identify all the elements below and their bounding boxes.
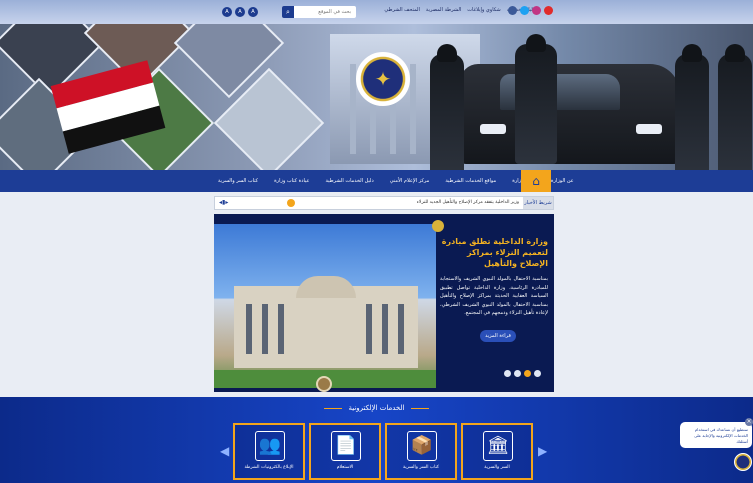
nav-item[interactable]: عن الوزارة (551, 178, 574, 184)
slider-dot[interactable] (524, 370, 531, 377)
chat-bubble[interactable]: ستطيع أن نساعدك في استخدام الخدمات الإلك… (680, 422, 752, 448)
service-card[interactable]: 👥 الإبلاغ بالكترونيات الشرطة (233, 423, 305, 480)
nav-item[interactable]: دليل الخدمات الشرطية (325, 178, 373, 184)
font-size-button[interactable]: A (222, 7, 232, 17)
accessibility-controls: A A A (222, 7, 258, 17)
slide-seal-icon (316, 376, 332, 392)
officer-figure (515, 34, 557, 164)
youtube-icon[interactable] (544, 6, 553, 15)
slide-image[interactable] (214, 224, 436, 388)
eagle-emblem-icon: ✦ (374, 67, 392, 91)
nav-item[interactable]: عيادة كتاب وزارة (274, 178, 309, 184)
service-card[interactable]: 📄 الاستعلام (309, 423, 381, 480)
people-icon: 👥 (255, 431, 285, 461)
twitter-icon[interactable] (520, 6, 529, 15)
slider-dots (504, 370, 541, 377)
slider-dot[interactable] (534, 370, 541, 377)
service-card[interactable]: 🏛 السر والسرية (461, 423, 533, 480)
ticker-text[interactable]: وزير الداخلية يتفقد مركز الإصلاح والتأهي… (417, 200, 519, 205)
police-vehicle-image (460, 64, 680, 164)
top-link[interactable]: الشرطة المصرية (426, 7, 461, 13)
e-services-heading: الخدمات الإلكترونية (0, 404, 753, 412)
e-services-title: الخدمات الإلكترونية (348, 404, 405, 412)
hero-banner: ✦ (0, 24, 753, 170)
service-label: الاستعلام (336, 465, 354, 470)
close-icon[interactable]: × (745, 418, 753, 426)
top-utility-bar: A A A ⌕ دليل الخدمات شكاوي وإبلاغات الشر… (0, 0, 753, 24)
social-links (508, 6, 553, 15)
slide-badge-icon (432, 220, 444, 232)
facebook-icon[interactable] (508, 6, 517, 15)
service-label: السر والسرية (484, 465, 510, 470)
officer-figure (675, 44, 709, 170)
read-more-button[interactable]: قراءة المزيد (480, 330, 516, 342)
news-ticker: ◂▮▸ وزير الداخلية يتفقد مركز الإصلاح وال… (214, 196, 554, 210)
news-slider: وزارة الداخلية تطلق مبادرة لتعميم النزلا… (214, 214, 554, 392)
search-input[interactable] (294, 9, 354, 15)
service-label: كتاب السر والسرية (402, 465, 440, 470)
top-link[interactable]: شكاوي وإبلاغات (467, 7, 500, 13)
slider-dot[interactable] (504, 370, 511, 377)
home-icon[interactable]: ⌂ (521, 170, 551, 192)
officer-figure (718, 44, 752, 170)
box-icon: 📦 (407, 431, 437, 461)
photo-collage (0, 24, 330, 170)
slider-dot[interactable] (514, 370, 521, 377)
officer-figure (430, 44, 464, 170)
news-icon (287, 199, 295, 207)
slide-caption: وزارة الداخلية تطلق مبادرة لتعميم النزلا… (440, 236, 548, 318)
top-link[interactable]: المتحف الشرطي (384, 7, 420, 13)
main-navigation: كتاب السر والسرية عيادة كتاب وزارة دليل … (0, 170, 753, 192)
chatbot-avatar[interactable] (734, 453, 752, 471)
ticker-controls[interactable]: ◂▮▸ (219, 199, 228, 206)
nav-item[interactable]: مواقع الخدمات الشرطية (445, 178, 496, 184)
ticker-label: شريط الأخبار (523, 197, 553, 209)
instagram-icon[interactable] (532, 6, 541, 15)
font-size-button[interactable]: A (248, 7, 258, 17)
slide-body: بمناسبة الاحتفال بالمولد النبوي الشريف و… (440, 276, 548, 316)
document-icon: 📄 (331, 431, 361, 461)
service-label: الإبلاغ بالكترونيات الشرطة (244, 465, 294, 470)
search-box: ⌕ (282, 6, 356, 18)
service-card[interactable]: 📦 كتاب السر والسرية (385, 423, 457, 480)
nav-item[interactable]: مركز الإعلام الأمني (390, 178, 430, 184)
ministry-logo[interactable]: ✦ (356, 52, 410, 106)
slide-title[interactable]: وزارة الداخلية تطلق مبادرة لتعميم النزلا… (440, 236, 548, 269)
font-size-button[interactable]: A (235, 7, 245, 17)
search-icon[interactable]: ⌕ (282, 6, 294, 18)
building-icon: 🏛 (483, 431, 513, 461)
carousel-prev-icon[interactable]: ◀ (220, 444, 229, 458)
carousel-next-icon[interactable]: ▶ (538, 444, 547, 458)
nav-item[interactable]: كتاب السر والسرية (218, 178, 258, 184)
